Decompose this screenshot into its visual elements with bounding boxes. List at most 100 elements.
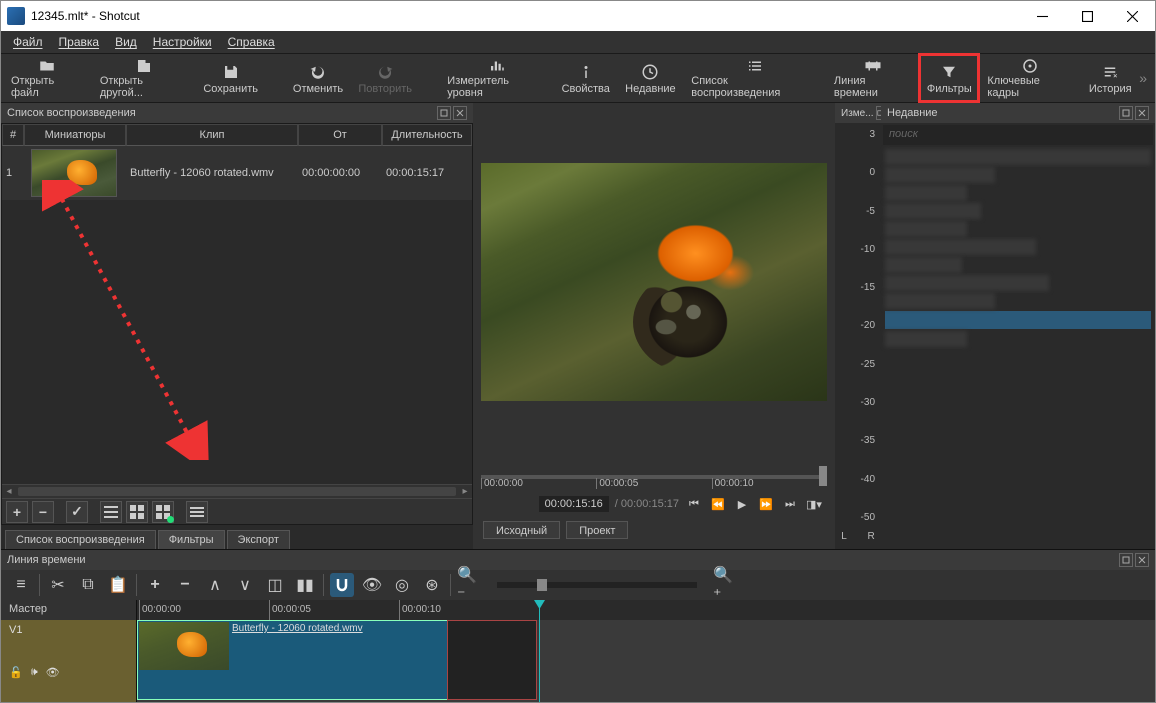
close-button[interactable]: [1110, 1, 1155, 31]
copy-icon[interactable]: ⧉: [76, 573, 100, 597]
panel-undock-icon[interactable]: [1119, 553, 1133, 567]
skip-start-icon[interactable]: ⏮: [685, 495, 703, 513]
playlist-table-header: # Миниатюры Клип От Длительность: [2, 124, 472, 146]
remove-icon[interactable]: −: [173, 573, 197, 597]
recent-button[interactable]: Недавние: [618, 54, 684, 102]
timeline-ruler[interactable]: 00:00:00 00:00:05 00:00:10: [137, 600, 1155, 620]
playlist-remove-button[interactable]: −: [32, 501, 54, 523]
track-header-v1[interactable]: V1 🔓 🕪 👁: [1, 620, 136, 702]
zoom-out-icon[interactable]: 🔍⁻: [457, 573, 481, 597]
snap-icon[interactable]: [330, 573, 354, 597]
zoom-slider[interactable]: [497, 582, 697, 588]
keyframes-button[interactable]: Ключевые кадры: [979, 54, 1081, 102]
maximize-button[interactable]: [1065, 1, 1110, 31]
video-preview[interactable]: [481, 163, 827, 401]
current-timecode[interactable]: 00:00:15:16: [539, 496, 609, 512]
recent-list[interactable]: [881, 147, 1155, 549]
player-controls: 00:00:15:16 / 00:00:15:17 ⏮ ⏪ ▶ ⏩ ⏭ ◨▾: [479, 491, 829, 517]
panel-undock-icon[interactable]: [437, 106, 451, 120]
paste-icon[interactable]: 📋: [106, 573, 130, 597]
tick: 00:00:00: [481, 478, 523, 489]
undo-button[interactable]: Отменить: [285, 54, 350, 102]
open-file-button[interactable]: Открыть файл: [3, 54, 92, 102]
col-clip[interactable]: Клип: [126, 124, 298, 146]
playlist-button[interactable]: Список воспроизведения: [683, 54, 826, 102]
hide-icon[interactable]: 👁: [46, 666, 60, 679]
zoom-in-icon[interactable]: 🔍⁺: [713, 573, 737, 597]
playlist-add-button[interactable]: +: [6, 501, 28, 523]
insert-icon[interactable]: ∨: [233, 573, 257, 597]
clip-thumbnail: [139, 622, 229, 670]
toolbar-overflow-icon[interactable]: »: [1139, 70, 1153, 86]
track-name: V1: [9, 624, 128, 636]
col-thumb[interactable]: Миниатюры: [24, 124, 126, 146]
tl-menu-icon[interactable]: ≡: [9, 573, 33, 597]
meter-l: L: [841, 531, 847, 547]
player-scrub-track[interactable]: 00:00:00 00:00:05 00:00:10: [481, 463, 827, 489]
tab-filters[interactable]: Фильтры: [158, 530, 225, 549]
scrub-icon[interactable]: 👁: [360, 573, 384, 597]
col-from[interactable]: От: [298, 124, 382, 146]
menu-settings[interactable]: Настройки: [145, 33, 220, 51]
meter-title: Изме...: [841, 108, 874, 119]
zoom-fit-icon[interactable]: ◨▾: [805, 495, 823, 513]
tick: 00:00:05: [596, 478, 638, 489]
mute-icon[interactable]: 🕪: [31, 666, 38, 679]
col-dur[interactable]: Длительность: [382, 124, 472, 146]
playlist-update-button[interactable]: ✓: [66, 501, 88, 523]
minimize-button[interactable]: [1020, 1, 1065, 31]
redo-button[interactable]: Повторить: [351, 54, 420, 102]
ripple-all-icon[interactable]: ⊛: [420, 573, 444, 597]
panel-close-icon[interactable]: [1135, 553, 1149, 567]
recent-title: Недавние: [887, 107, 938, 119]
timeline-button[interactable]: Линия времени: [826, 54, 919, 102]
skip-end-icon[interactable]: ⏭: [781, 495, 799, 513]
cut-icon[interactable]: ✂: [46, 573, 70, 597]
lift-icon[interactable]: ∧: [203, 573, 227, 597]
menu-view[interactable]: Вид: [107, 33, 145, 51]
playhead[interactable]: [539, 600, 540, 702]
panel-close-icon[interactable]: [453, 106, 467, 120]
menu-bar: Файл Правка Вид Настройки Справка: [1, 31, 1155, 53]
recent-panel-header: Недавние: [881, 103, 1155, 123]
menu-help[interactable]: Справка: [220, 33, 283, 51]
panel-close-icon[interactable]: [1135, 106, 1149, 120]
title-bar: 12345.mlt* - Shotcut: [1, 1, 1155, 31]
playlist-view-detail-button[interactable]: [100, 501, 122, 523]
filters-button[interactable]: Фильтры: [919, 54, 979, 102]
playlist-menu-button[interactable]: [186, 501, 208, 523]
peak-meter-button[interactable]: Измеритель уровня: [439, 54, 554, 102]
recent-search-input[interactable]: поиск: [883, 125, 1153, 145]
master-track-header[interactable]: Мастер: [1, 600, 136, 620]
ripple-icon[interactable]: ◎: [390, 573, 414, 597]
lock-icon[interactable]: 🔓: [9, 666, 23, 679]
menu-file[interactable]: Файл: [5, 33, 51, 51]
save-button[interactable]: Сохранить: [196, 54, 266, 102]
properties-button[interactable]: Свойства: [554, 54, 618, 102]
history-button[interactable]: История: [1081, 54, 1139, 102]
left-panel-tabs: Список воспроизведения Фильтры Экспорт: [1, 525, 473, 549]
timeline-clip-aux[interactable]: [447, 620, 537, 700]
col-num[interactable]: #: [2, 124, 24, 146]
playlist-scrollbar[interactable]: ◂▸: [2, 484, 472, 498]
append-icon[interactable]: +: [143, 573, 167, 597]
playlist-view-tiles-button[interactable]: [126, 501, 148, 523]
tab-source[interactable]: Исходный: [483, 521, 560, 539]
recent-item-selected[interactable]: [885, 311, 1151, 329]
tab-project[interactable]: Проект: [566, 521, 628, 539]
fastfwd-icon[interactable]: ⏩: [757, 495, 775, 513]
clip-label: Butterfly - 12060 rotated.wmv: [232, 623, 363, 634]
playlist-view-icons-button[interactable]: [152, 501, 174, 523]
playlist-body[interactable]: [2, 200, 472, 484]
rewind-icon[interactable]: ⏪: [709, 495, 727, 513]
playlist-row[interactable]: 1 Butterfly - 12060 rotated.wmv 00:00:00…: [2, 146, 472, 200]
open-other-button[interactable]: Открыть другой...: [92, 54, 196, 102]
panel-undock-icon[interactable]: [1119, 106, 1133, 120]
split-icon[interactable]: ▮▮: [293, 573, 317, 597]
menu-edit[interactable]: Правка: [51, 33, 108, 51]
overwrite-icon[interactable]: ◫: [263, 573, 287, 597]
play-icon[interactable]: ▶: [733, 495, 751, 513]
timeline-toolbar: ≡ ✂ ⧉ 📋 + − ∧ ∨ ◫ ▮▮ 👁 ◎ ⊛ 🔍⁻ 🔍⁺: [1, 570, 1155, 600]
tab-playlist[interactable]: Список воспроизведения: [5, 530, 156, 549]
tab-export[interactable]: Экспорт: [227, 530, 290, 549]
